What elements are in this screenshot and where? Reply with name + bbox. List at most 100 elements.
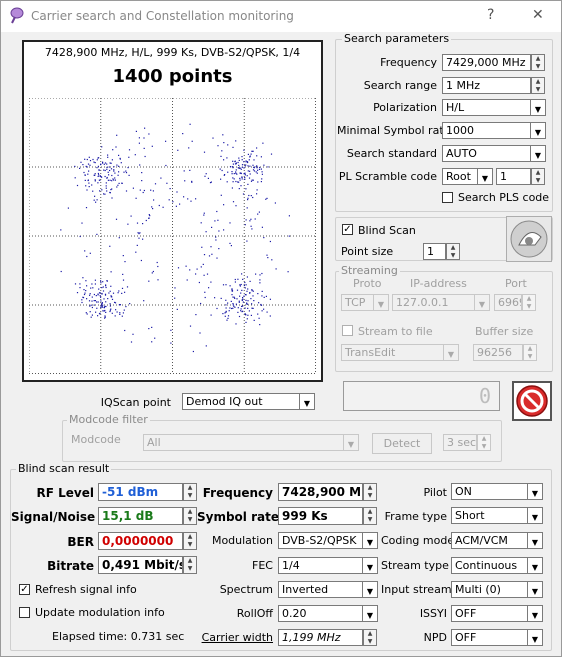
stream-to-file-checkbox[interactable] xyxy=(342,325,353,336)
constellation-point xyxy=(216,307,218,310)
ber-spinner[interactable]: ▲ ▼ xyxy=(183,532,197,550)
result-frequency-spinner[interactable]: ▲ ▼ xyxy=(363,483,377,501)
constellation-point xyxy=(234,161,236,163)
issyi-select[interactable]: OFF xyxy=(451,605,528,622)
chevron-down-icon[interactable]: ▼ xyxy=(374,294,389,311)
constellation-point xyxy=(74,283,77,285)
constellation-point xyxy=(256,155,258,157)
chevron-down-icon[interactable]: ▼ xyxy=(528,581,543,598)
modcode-select[interactable]: All xyxy=(143,434,344,451)
stream-type-select[interactable]: Continuous xyxy=(451,557,528,574)
constellation-point xyxy=(244,178,246,180)
counter-value: 0 xyxy=(478,384,491,408)
constellation-point xyxy=(89,293,91,295)
constellation-point xyxy=(144,155,146,158)
chevron-down-icon[interactable]: ▼ xyxy=(444,344,459,361)
constellation-point xyxy=(203,254,206,256)
constellation-point xyxy=(104,169,106,172)
constellation-point xyxy=(92,287,94,289)
constellation-point xyxy=(76,292,79,294)
constellation-point xyxy=(104,309,106,312)
polarization-select[interactable]: H/L xyxy=(442,99,531,116)
input-stream-select[interactable]: Multi (0) xyxy=(451,581,528,598)
search-range-input[interactable]: 1 MHz xyxy=(442,77,531,94)
symbol-rate-spinner[interactable]: ▲ ▼ xyxy=(363,507,377,525)
scan-button[interactable] xyxy=(506,216,552,262)
help-icon[interactable]: ? xyxy=(487,7,494,23)
chevron-down-icon[interactable]: ▼ xyxy=(528,605,543,622)
point-size-spinner[interactable]: ▲ ▼ xyxy=(446,243,460,260)
constellation-point xyxy=(185,265,187,267)
chevron-down-icon[interactable]: ▼ xyxy=(363,581,378,598)
constellation-point xyxy=(109,309,111,311)
chevron-down-icon[interactable]: ▼ xyxy=(528,557,543,574)
frame-type-select[interactable]: Short xyxy=(451,507,528,524)
chevron-down-icon[interactable]: ▼ xyxy=(528,629,543,646)
stop-button[interactable] xyxy=(512,381,552,421)
frequency-spinner[interactable]: ▲ ▼ xyxy=(531,54,545,71)
frequency-input[interactable]: 7429,000 MHz xyxy=(442,54,531,71)
rolloff-select[interactable]: 0.20 xyxy=(278,605,363,622)
buffer-size-input[interactable]: 96256 xyxy=(473,344,523,361)
pilot-select[interactable]: ON xyxy=(451,483,528,500)
pl-scramble-spinner[interactable]: ▲ ▼ xyxy=(531,168,545,185)
update-modulation-checkbox[interactable] xyxy=(19,607,30,618)
detect-seconds-spinner[interactable]: ▲ ▼ xyxy=(477,434,491,451)
carrier-width-label[interactable]: Carrier width xyxy=(197,631,273,644)
iqscan-select[interactable]: Demod IQ out xyxy=(182,393,300,410)
detect-button[interactable]: Detect xyxy=(372,433,432,454)
proto-select[interactable]: TCP xyxy=(341,294,374,311)
chevron-down-icon[interactable]: ▼ xyxy=(528,532,543,549)
constellation-point xyxy=(259,282,261,284)
chevron-down-icon[interactable]: ▼ xyxy=(363,532,378,549)
constellation-point xyxy=(95,201,97,203)
constellation-point xyxy=(109,303,111,305)
pl-scramble-type-select[interactable]: Root xyxy=(442,168,478,185)
chevron-down-icon[interactable]: ▼ xyxy=(344,434,359,451)
stream-file-select[interactable]: TransEdit xyxy=(341,344,444,361)
port-spinner[interactable]: ▲ ▼ xyxy=(522,294,536,311)
spectrum-select[interactable]: Inverted xyxy=(278,581,363,598)
chevron-down-icon[interactable]: ▼ xyxy=(300,393,315,410)
constellation-panel: 7428,900 MHz, H/L, 999 Ks, DVB-S2/QPSK, … xyxy=(22,40,323,382)
chevron-down-icon[interactable]: ▼ xyxy=(528,507,543,524)
search-pls-checkbox[interactable] xyxy=(442,192,453,203)
carrier-width-spinner[interactable]: ▲ ▼ xyxy=(363,629,377,646)
fec-select[interactable]: 1/4 xyxy=(278,557,363,574)
constellation-point xyxy=(214,220,216,222)
search-standard-select[interactable]: AUTO xyxy=(442,145,531,162)
rf-level-spinner[interactable]: ▲ ▼ xyxy=(183,483,197,501)
bitrate-spinner[interactable]: ▲ ▼ xyxy=(183,556,197,574)
constellation-point xyxy=(243,295,245,297)
constellation-point xyxy=(142,238,144,240)
coding-mode-select[interactable]: ACM/VCM xyxy=(451,532,528,549)
chevron-down-icon[interactable]: ▼ xyxy=(531,145,546,162)
ip-address-select[interactable]: 127.0.0.1 xyxy=(392,294,475,311)
buffer-size-spinner[interactable]: ▲ ▼ xyxy=(523,344,537,361)
chevron-down-icon[interactable]: ▼ xyxy=(363,605,378,622)
point-size-input[interactable]: 1 xyxy=(423,243,446,260)
chevron-down-icon[interactable]: ▼ xyxy=(363,557,378,574)
npd-select[interactable]: OFF xyxy=(451,629,528,646)
pl-scramble-input[interactable]: 1 xyxy=(496,168,531,185)
chevron-down-icon[interactable]: ▼ xyxy=(531,122,546,139)
constellation-point xyxy=(138,237,140,239)
input-stream-label: Input stream xyxy=(381,583,452,596)
chevron-down-icon[interactable]: ▼ xyxy=(475,294,490,311)
min-symbol-rate-select[interactable]: 1000 xyxy=(442,122,531,139)
constellation-point xyxy=(106,280,108,282)
close-icon[interactable]: ✕ xyxy=(532,7,544,23)
modulation-select[interactable]: DVB-S2/QPSK xyxy=(278,532,363,549)
rolloff-label: RollOff xyxy=(236,607,273,620)
blind-scan-checkbox[interactable]: ✓ xyxy=(342,224,353,235)
port-input[interactable]: 6969 xyxy=(494,294,522,311)
constellation-point xyxy=(96,199,98,201)
chevron-down-icon[interactable]: ▼ xyxy=(531,99,546,116)
search-range-spinner[interactable]: ▲ ▼ xyxy=(531,77,545,94)
constellation-point xyxy=(226,181,228,183)
refresh-signal-checkbox[interactable]: ✓ xyxy=(19,584,30,595)
detect-seconds-input[interactable]: 3 sec xyxy=(443,434,477,451)
chevron-down-icon[interactable]: ▼ xyxy=(478,168,493,185)
chevron-down-icon[interactable]: ▼ xyxy=(528,483,543,500)
signal-noise-spinner[interactable]: ▲ ▼ xyxy=(183,507,197,525)
